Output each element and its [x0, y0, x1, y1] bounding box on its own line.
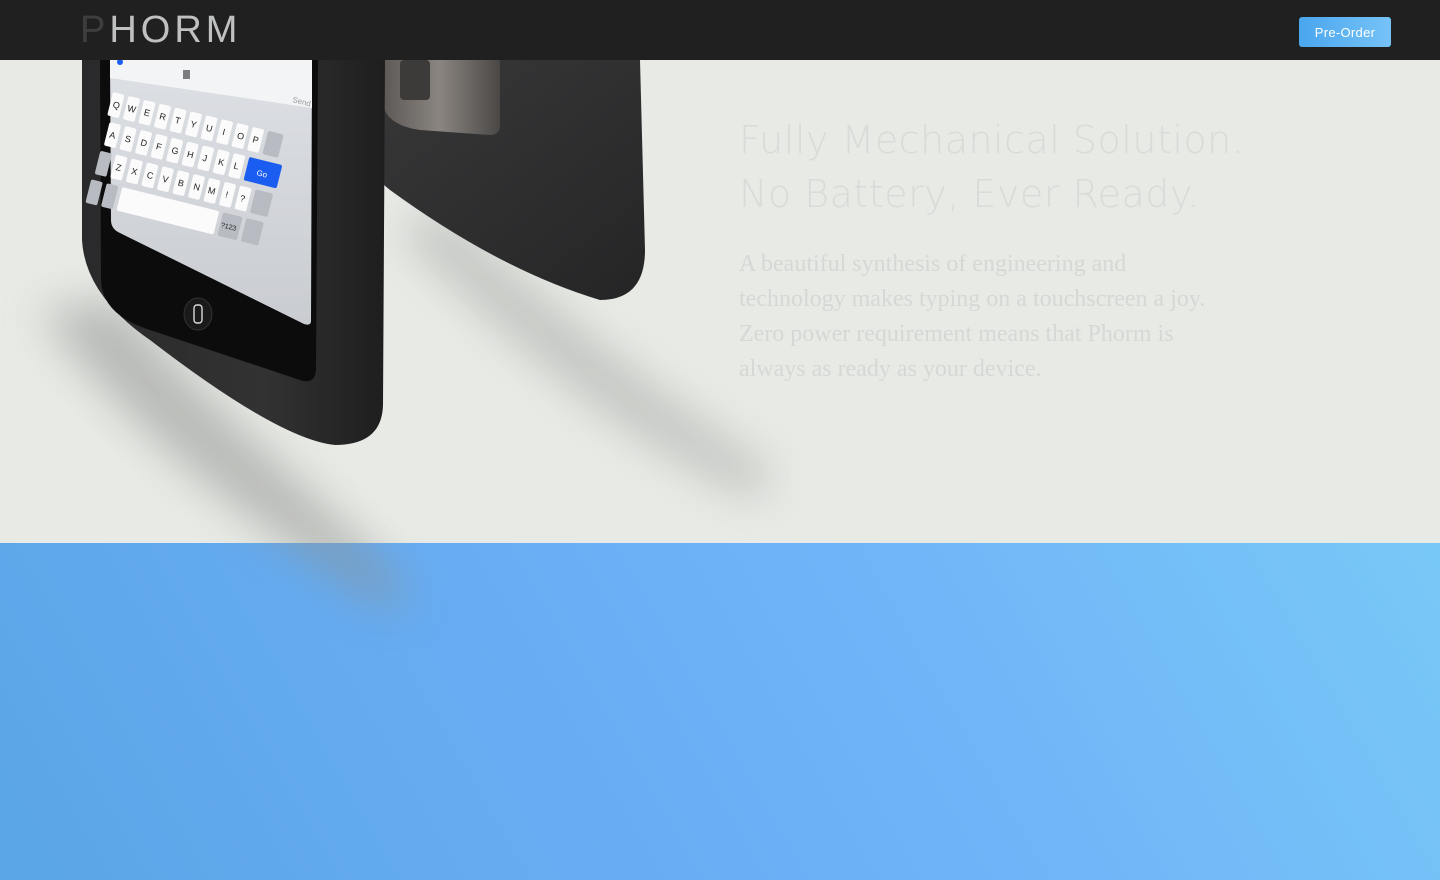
headline-line-2: No Battery, Ever Ready. — [739, 172, 1201, 216]
pre-order-button[interactable]: Pre-Order — [1299, 17, 1391, 47]
logo-rest: HORM — [109, 9, 242, 51]
logo-first-letter: P — [80, 9, 110, 51]
headline-line-1: Fully Mechanical Solution. — [739, 118, 1245, 162]
hero-description: A beautiful synthesis of engineering and… — [739, 251, 1206, 382]
blue-gradient-section — [0, 543, 1440, 880]
top-navbar: PHORM Pre-Order — [0, 0, 1440, 60]
hero-section: Fully Mechanical Solution. No Battery, E… — [0, 60, 1440, 543]
hero-headline: Fully Mechanical Solution. No Battery, E… — [739, 113, 1339, 221]
phorm-logo[interactable]: PHORM — [80, 6, 242, 51]
